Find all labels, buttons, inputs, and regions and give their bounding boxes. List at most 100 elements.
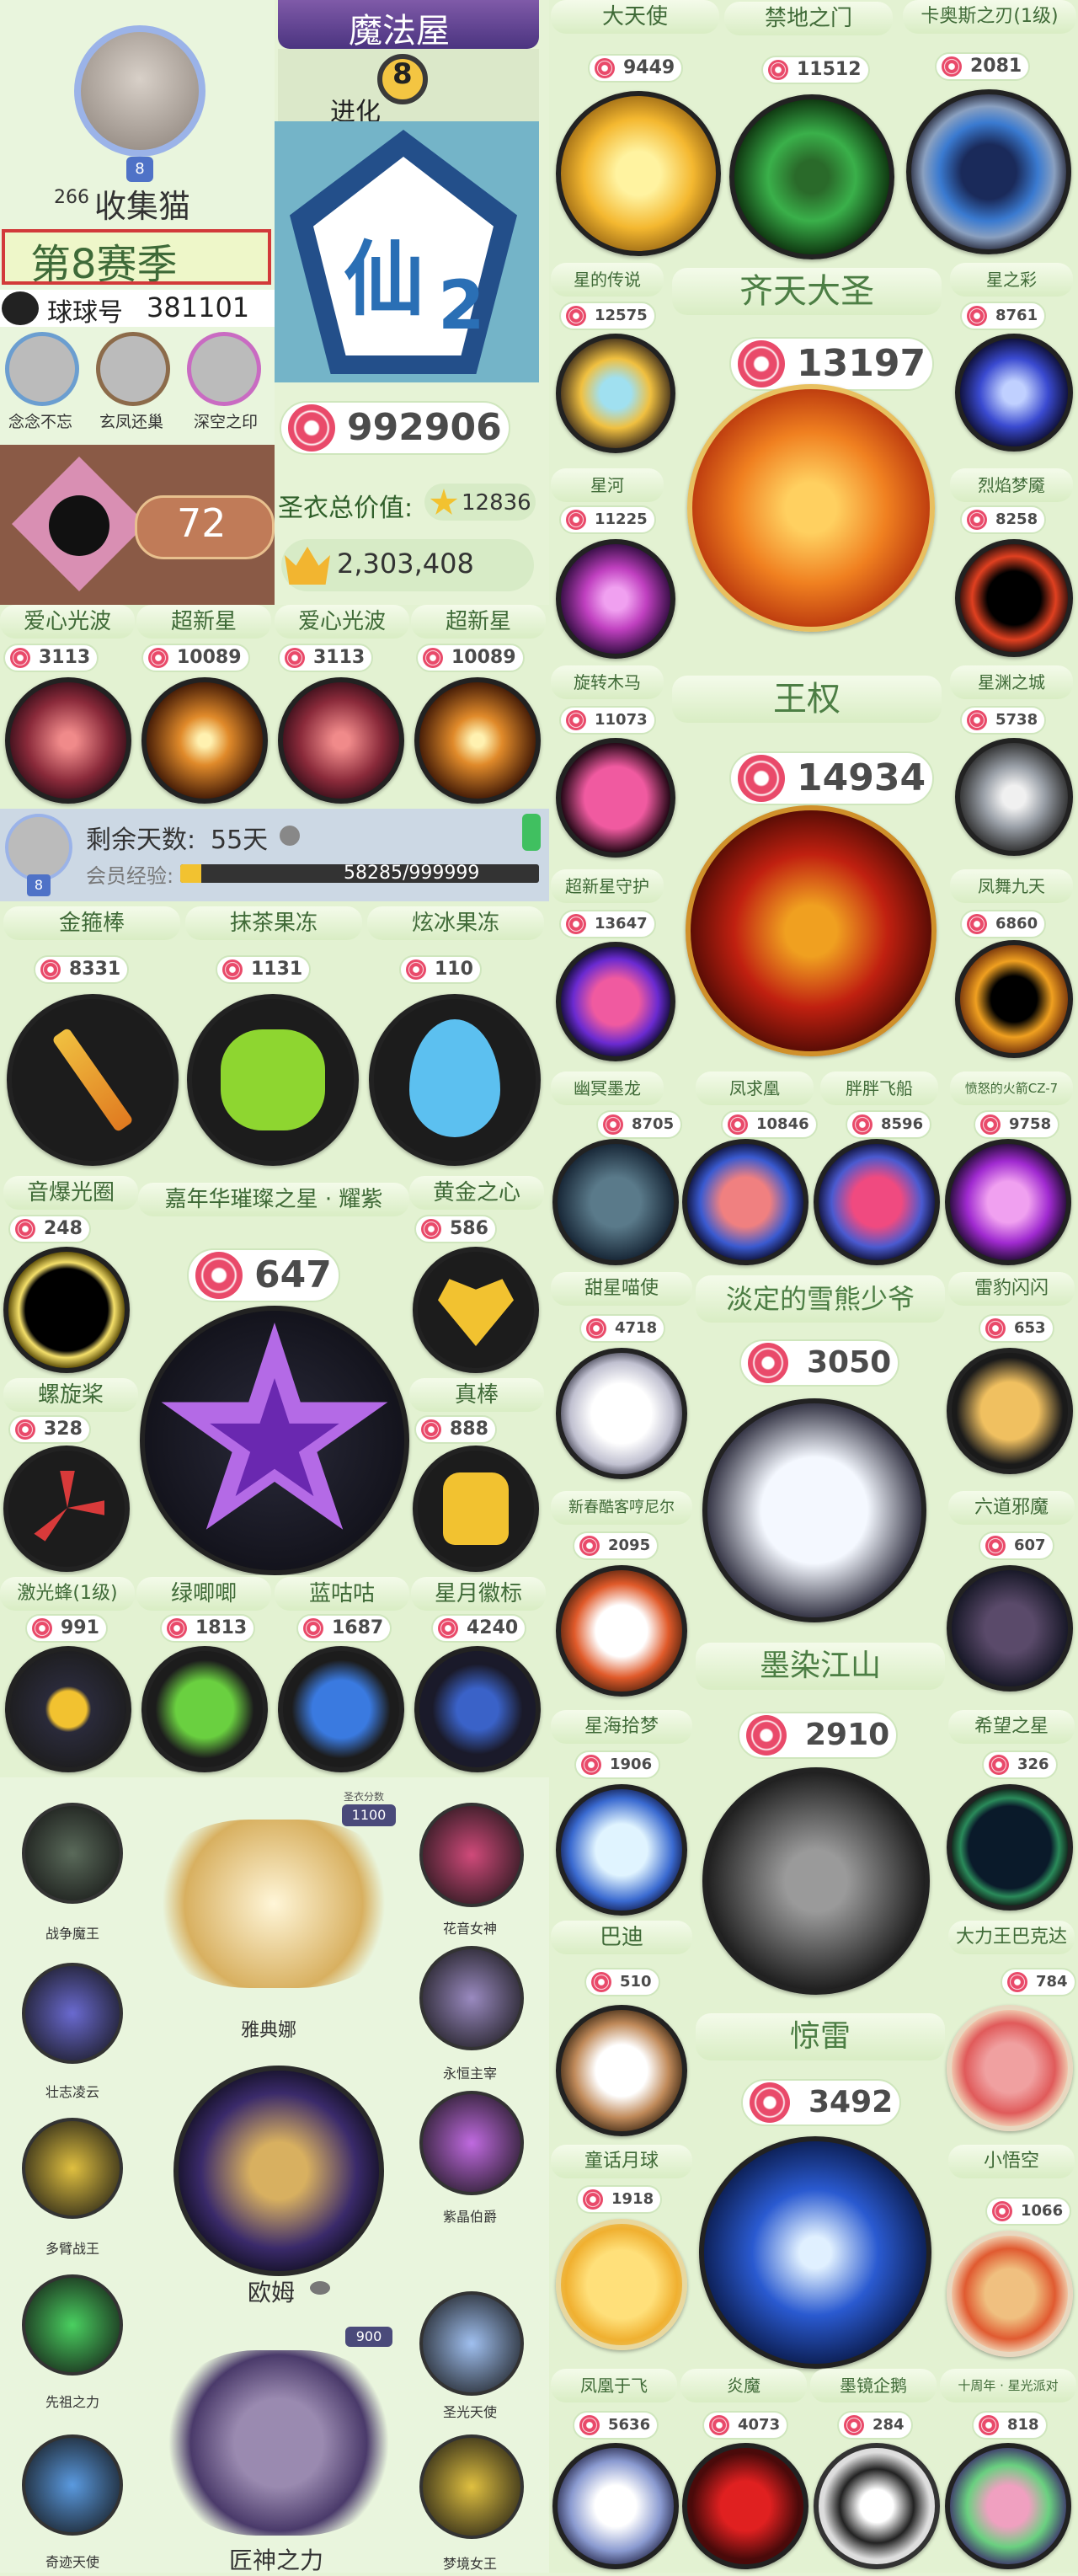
item-name: 炫冰果冻 (367, 906, 544, 940)
candy-icon (595, 58, 615, 78)
star-color-skin[interactable] (955, 334, 1073, 452)
candy-icon (566, 710, 586, 730)
new-year-cook-skin[interactable] (556, 1565, 687, 1697)
suit-name: 先祖之力 (45, 2394, 100, 2410)
suit-name: 欧姆 (248, 2279, 296, 2306)
skin-count: 8761 (960, 302, 1047, 330)
little-wukong-skin[interactable] (947, 2231, 1073, 2357)
ball-id-label: 球球号 (47, 298, 123, 328)
remaining-days: 55天 (211, 826, 269, 855)
suit-ohm[interactable] (173, 2066, 384, 2276)
qitian-skin[interactable] (687, 384, 935, 632)
chaos-blade-skin[interactable] (906, 89, 1071, 254)
skin-name: 大天使 (551, 0, 719, 34)
suit-ancestor-power[interactable] (22, 2274, 123, 2376)
suit-eternal-ruler[interactable] (419, 1946, 524, 2050)
suit-dream-queen[interactable] (419, 2434, 524, 2539)
friend-avatar[interactable] (187, 332, 261, 406)
star-sea-dream-skin[interactable] (556, 1784, 687, 1916)
suit-miracle-angel[interactable] (22, 2434, 123, 2536)
violet-orb-skin[interactable] (945, 1139, 1071, 1265)
score-label: 圣衣分数 (344, 1791, 385, 1803)
galaxy-skin[interactable] (556, 539, 675, 659)
nether-dragon-skin[interactable] (552, 1139, 679, 1265)
candy-icon (738, 755, 785, 802)
candy-total-value: 992906 (347, 406, 502, 449)
ink-landscape-skin[interactable] (702, 1767, 930, 1995)
carousel-skin[interactable] (556, 738, 675, 858)
suit-amethyst-earl[interactable] (419, 2091, 524, 2195)
snow-bear-skin[interactable] (702, 1398, 926, 1622)
strongman-skin[interactable] (947, 2005, 1073, 2131)
buddy-skin[interactable] (556, 2005, 687, 2136)
sovereign-skin[interactable] (686, 805, 937, 1056)
leopard-skin[interactable] (947, 1348, 1073, 1474)
eye-icon[interactable] (310, 2281, 330, 2295)
toggle-handle[interactable] (522, 814, 541, 851)
candy-icon (942, 56, 962, 77)
suit-name: 花音女神 (443, 1921, 498, 1937)
star-legend-skin[interactable] (556, 334, 675, 453)
six-path-demon-skin[interactable] (947, 1565, 1073, 1692)
member-avatar[interactable] (5, 814, 72, 881)
thunder-skin[interactable] (699, 2136, 931, 2369)
candy-icon (579, 2415, 600, 2435)
supernova-spore[interactable] (414, 677, 541, 804)
suit-war-demon[interactable] (22, 1803, 123, 1904)
sonic-ring-item[interactable] (3, 1247, 130, 1373)
pet-name: 绿唧唧 (136, 1577, 271, 1611)
candy-icon (167, 1618, 187, 1638)
likes-count: 266 (54, 187, 89, 208)
candy-icon (583, 2189, 603, 2210)
sunglass-penguin-skin[interactable] (814, 2443, 940, 2569)
suit-multi-arm-king[interactable] (22, 2118, 123, 2219)
heart-wave-spore[interactable] (5, 677, 131, 804)
forbidden-gate-skin[interactable] (729, 94, 894, 259)
anniversary-party-skin[interactable] (945, 2443, 1071, 2569)
skin-count: 818 (972, 2411, 1048, 2440)
star-moon-emblem-pet[interactable] (414, 1646, 541, 1772)
skin-name: 星之彩 (950, 263, 1073, 297)
flame-nightmare-skin[interactable] (955, 539, 1073, 657)
suit-athena[interactable] (152, 1820, 396, 1988)
suit-holy-angel[interactable] (419, 2291, 524, 2396)
phoenix-flight-skin[interactable] (552, 2443, 679, 2569)
suit-name: 匠神之力 (229, 2547, 324, 2574)
skin-count: 8705 (596, 1110, 683, 1139)
supernova-guard-skin[interactable] (556, 942, 675, 1061)
skin-count: 5636 (573, 2411, 659, 2440)
skin-count: 12575 (559, 302, 656, 330)
suit-craftsman-power[interactable] (165, 2350, 392, 2536)
fairy-moon-skin[interactable] (556, 2219, 687, 2350)
blue-coo-pet[interactable] (278, 1646, 404, 1772)
phoenix-dance-skin[interactable] (955, 940, 1073, 1058)
suit-value: 12836 (462, 490, 531, 516)
friend-avatar[interactable] (96, 332, 170, 406)
hope-star-skin[interactable] (947, 1784, 1073, 1911)
skin-name: 星的传说 (551, 263, 664, 297)
skin-name: 星海拾梦 (551, 1710, 692, 1744)
suit-flower-goddess[interactable] (419, 1803, 524, 1907)
candy-icon (603, 1114, 623, 1135)
chubby-ship-skin[interactable] (814, 1139, 940, 1265)
green-chirp-pet[interactable] (141, 1646, 268, 1772)
profile-avatar[interactable] (74, 25, 205, 157)
archangel-skin[interactable] (556, 91, 721, 256)
candy-icon (728, 1114, 748, 1135)
sweet-cat-skin[interactable] (556, 1348, 687, 1479)
abyss-city-skin[interactable] (955, 738, 1073, 856)
candy-icon (222, 959, 243, 980)
phoenix-seek-skin[interactable] (682, 1139, 808, 1265)
friend-avatar[interactable] (5, 332, 79, 406)
help-icon[interactable] (280, 826, 300, 846)
suit-ambition[interactable] (22, 1963, 123, 2064)
heart-wave-spore[interactable] (278, 677, 404, 804)
candy-icon (566, 306, 586, 326)
item-name: 抹茶果冻 (185, 906, 362, 940)
suit-name: 奇迹天使 (45, 2554, 100, 2570)
flame-demon-skin[interactable] (682, 2443, 808, 2569)
skin-count: 1906 (574, 1750, 661, 1779)
suit-name: 战争魔王 (45, 1926, 100, 1942)
laser-bee-pet[interactable] (5, 1646, 131, 1772)
supernova-spore[interactable] (141, 677, 268, 804)
